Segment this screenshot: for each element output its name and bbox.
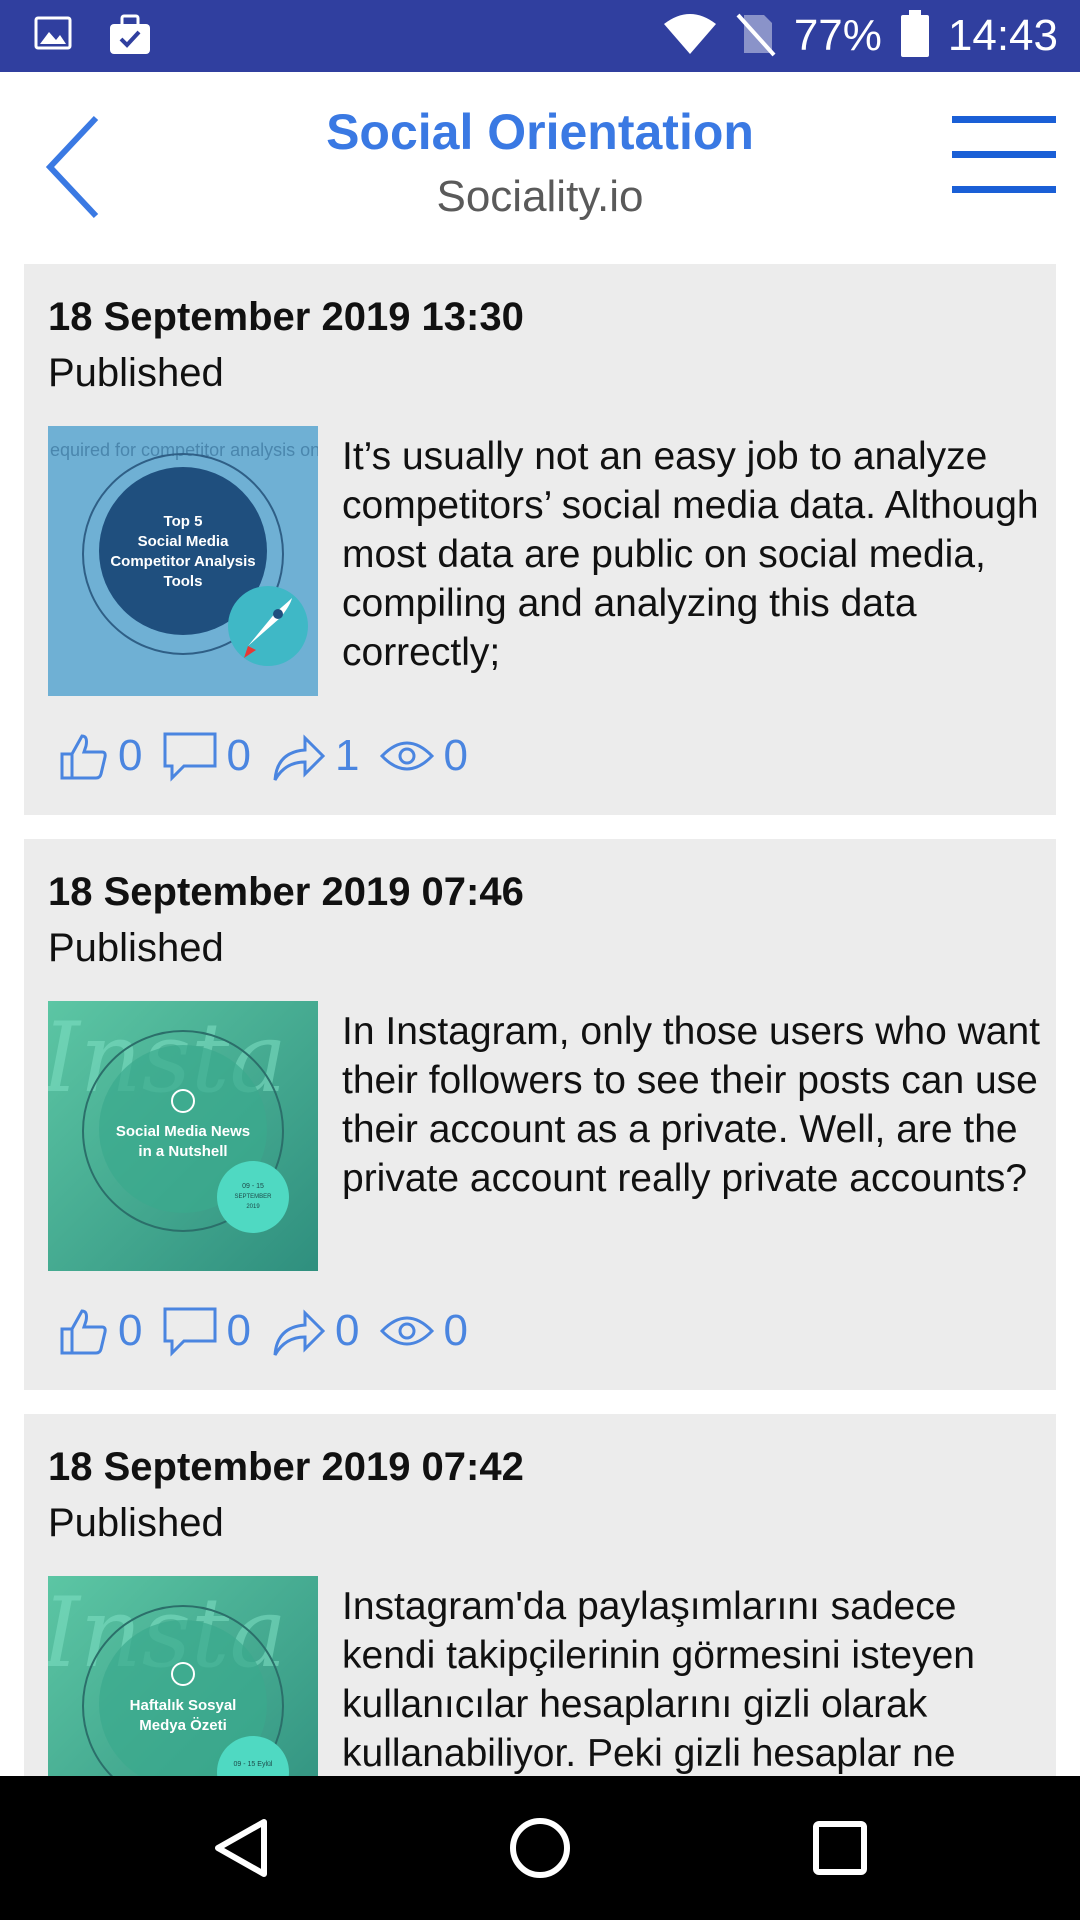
nav-home-button[interactable] <box>490 1798 590 1898</box>
like-count: 0 <box>118 1306 143 1355</box>
page-title: Social Orientation <box>326 104 754 160</box>
comment-icon <box>163 1307 217 1357</box>
post-status: Published <box>48 351 224 395</box>
post-card[interactable]: 18 September 2019 07:42 Published Insta … <box>24 1414 1056 1776</box>
post-thumbnail[interactable]: equired for competitor analysis on o Top… <box>48 426 318 696</box>
post-thumbnail[interactable]: Insta Haftalık Sosyal Medya Özeti 09 - 1… <box>48 1576 318 1776</box>
battery-icon <box>900 9 930 63</box>
comment-count: 0 <box>226 1306 251 1355</box>
title-block: Social Orientation Sociality.io <box>200 102 880 228</box>
wifi-icon <box>662 12 718 61</box>
post-text: It’s usually not an easy job to analyze … <box>342 435 1039 674</box>
view-count: 0 <box>443 731 468 780</box>
thumb-bg-text: equired for competitor analysis on o <box>50 440 318 460</box>
circle-home-icon <box>510 1818 570 1878</box>
post-status: Published <box>48 1501 224 1545</box>
post-text: In Instagram, only those users who want … <box>342 1010 1041 1200</box>
post-thumbnail[interactable]: Insta Social Media News in a Nutshell 09… <box>48 1001 318 1271</box>
comment-stat[interactable]: 0 <box>162 1305 251 1357</box>
view-stat[interactable]: 0 <box>379 1306 468 1356</box>
post-stats: 0 0 0 0 <box>58 1301 488 1361</box>
post-date: 18 September 2019 07:42 <box>48 1445 524 1489</box>
like-stat[interactable]: 0 <box>58 730 142 782</box>
thumb-line-3: Competitor Analysis <box>110 553 255 570</box>
back-button[interactable] <box>40 112 110 222</box>
app-header: Social Orientation Sociality.io <box>0 72 1080 264</box>
view-count: 0 <box>443 1306 468 1355</box>
thumb-line-4: Tools <box>164 573 203 590</box>
menu-button[interactable] <box>952 112 1056 212</box>
comment-stat[interactable]: 0 <box>162 730 251 782</box>
share-stat[interactable]: 0 <box>271 1305 359 1357</box>
post-text: Instagram'da paylaşımlarını sadece kendi… <box>342 1585 975 1775</box>
comment-icon <box>163 732 217 782</box>
thumb-line-1: Haftalık Sosyal <box>130 1697 237 1714</box>
image-icon <box>34 14 72 61</box>
post-stats: 0 0 1 0 <box>58 726 488 786</box>
status-bar: 77% 14:43 <box>0 0 1080 72</box>
thumb-badge-1: 09 - 15 <box>242 1183 264 1190</box>
share-count: 0 <box>334 1306 360 1355</box>
share-arrow-icon <box>273 1309 326 1356</box>
square-recents-icon <box>813 1821 867 1875</box>
thumbs-up-icon <box>60 1309 107 1355</box>
post-card[interactable]: 18 September 2019 07:46 Published Insta … <box>24 839 1056 1390</box>
thumb-line-2: in a Nutshell <box>138 1143 227 1160</box>
thumb-line-1: Social Media News <box>116 1123 250 1140</box>
thumb-badge-1: 09 - 15 Eylül <box>234 1761 273 1768</box>
post-date: 18 September 2019 13:30 <box>48 295 524 339</box>
page-subtitle: Sociality.io <box>436 172 644 221</box>
thumb-badge-3: 2019 <box>246 1204 260 1210</box>
thumb-badge-2: SEPTEMBER <box>234 1194 272 1200</box>
chevron-left-icon <box>45 115 99 219</box>
no-sim-icon <box>736 11 776 62</box>
comment-count: 0 <box>226 731 251 780</box>
hamburger-menu-icon <box>952 116 1056 193</box>
system-nav-bar <box>0 1776 1080 1920</box>
like-stat[interactable]: 0 <box>58 1305 142 1357</box>
triangle-back-icon <box>215 1819 267 1877</box>
eye-icon <box>380 741 435 771</box>
briefcase-check-icon <box>108 14 152 61</box>
post-card[interactable]: 18 September 2019 13:30 Published equire… <box>24 264 1056 815</box>
share-count: 1 <box>334 731 360 780</box>
thumb-line-2: Social Media <box>138 533 230 550</box>
share-arrow-icon <box>273 734 326 781</box>
nav-back-button[interactable] <box>190 1798 290 1898</box>
post-date: 18 September 2019 07:46 <box>48 870 524 914</box>
like-count: 0 <box>118 731 143 780</box>
posts-feed[interactable]: 18 September 2019 13:30 Published equire… <box>0 264 1080 1776</box>
nav-recents-button[interactable] <box>790 1798 890 1898</box>
post-status: Published <box>48 926 224 970</box>
thumbs-up-icon <box>60 734 107 780</box>
thumb-line-2: Medya Özeti <box>139 1717 227 1734</box>
thumb-line-1: Top 5 <box>164 513 203 530</box>
share-stat[interactable]: 1 <box>271 730 359 782</box>
view-stat[interactable]: 0 <box>379 731 468 781</box>
eye-icon <box>380 1316 435 1346</box>
clock: 14:43 <box>947 11 1058 60</box>
battery-percent: 77% <box>793 11 882 60</box>
